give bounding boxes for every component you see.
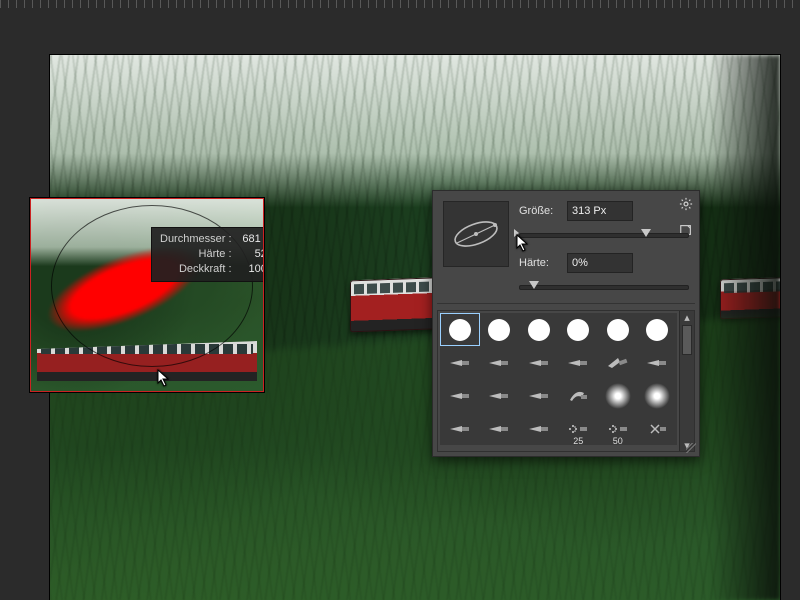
brush-preset-caption: 25 [559, 436, 599, 446]
brush-preset[interactable] [480, 346, 520, 379]
scroll-handle[interactable] [682, 325, 692, 355]
brush-preset-list[interactable]: 2550 ▴ ▾ [437, 310, 695, 452]
scrollbar[interactable]: ▴ ▾ [679, 311, 694, 451]
brush-preset[interactable] [440, 379, 480, 412]
brush-preset[interactable]: 25 [559, 412, 599, 445]
hardness-input[interactable] [567, 253, 633, 273]
brush-preset[interactable] [480, 412, 520, 445]
brush-preset[interactable] [598, 346, 638, 379]
brush-preset-caption: 50 [598, 436, 638, 446]
brush-preset[interactable] [519, 313, 559, 346]
resize-grip-icon[interactable] [686, 443, 696, 453]
brush-preset[interactable] [519, 346, 559, 379]
brush-hud-readout: Durchmesser : 681 Px Härte : 52% Deckkra… [151, 227, 264, 282]
hud-opacity-value: 100% [235, 262, 264, 277]
brush-preset[interactable] [440, 412, 480, 445]
brush-preset[interactable] [638, 379, 678, 412]
panel-divider [437, 303, 695, 304]
brush-preset[interactable]: 50 [598, 412, 638, 445]
brush-preset[interactable] [480, 313, 520, 346]
hud-opacity-label: Deckkraft : [179, 263, 232, 275]
size-slider[interactable] [519, 227, 689, 241]
hardness-label: Härte: [519, 257, 559, 269]
ruler-top [0, 0, 800, 8]
hud-hardness-label: Härte : [199, 248, 232, 260]
hardness-slider[interactable] [519, 279, 689, 293]
brush-preset[interactable] [638, 346, 678, 379]
brush-preset[interactable] [559, 379, 599, 412]
scroll-up-icon[interactable]: ▴ [682, 311, 692, 323]
brush-preset[interactable] [480, 379, 520, 412]
brush-preset[interactable] [598, 313, 638, 346]
brush-hud-inset: Durchmesser : 681 Px Härte : 52% Deckkra… [30, 198, 264, 392]
size-label: Größe: [519, 205, 559, 217]
brush-panel[interactable]: Größe: Härte: 2550 ▴ [432, 190, 700, 457]
brush-preset[interactable] [638, 313, 678, 346]
brush-preset[interactable] [559, 313, 599, 346]
gear-icon[interactable] [679, 197, 693, 211]
brush-preset[interactable] [519, 412, 559, 445]
brush-preset[interactable] [638, 412, 678, 445]
brush-preset[interactable] [598, 379, 638, 412]
hud-diameter-label: Durchmesser : [160, 233, 232, 245]
hud-diameter-value: 681 Px [235, 232, 264, 247]
brush-preset[interactable] [519, 379, 559, 412]
brush-tip-preview[interactable] [443, 201, 509, 267]
brush-preset[interactable] [440, 313, 480, 346]
brush-preset[interactable] [440, 346, 480, 379]
brush-preset[interactable] [559, 346, 599, 379]
size-input[interactable] [567, 201, 633, 221]
hud-hardness-value: 52% [235, 247, 264, 262]
